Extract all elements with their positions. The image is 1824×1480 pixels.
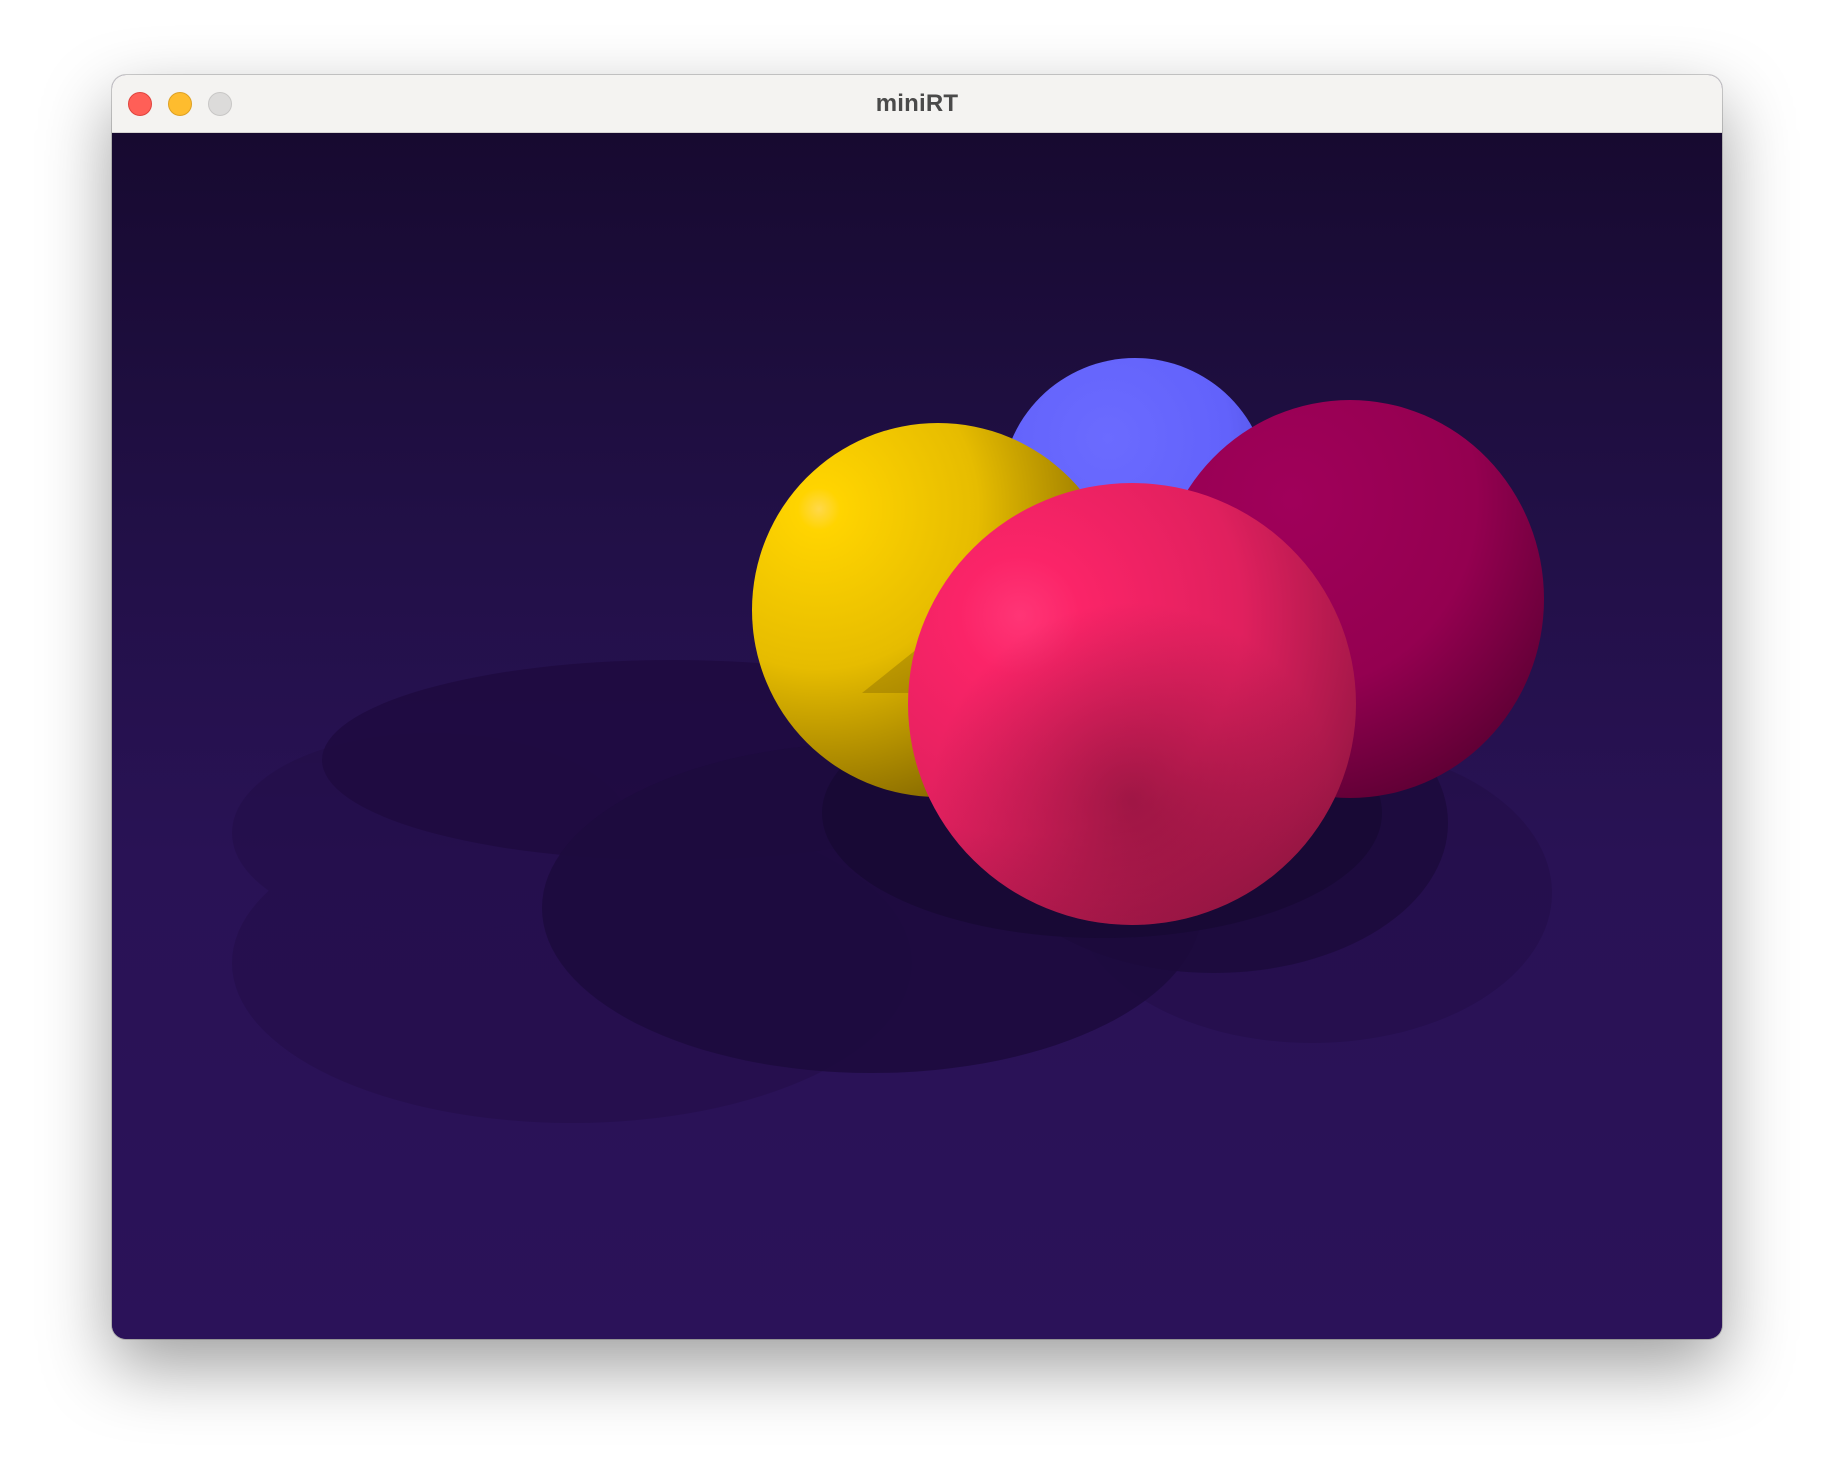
render-canvas (112, 133, 1722, 1339)
sphere-pink (908, 483, 1356, 925)
window-title: miniRT (875, 90, 959, 117)
app-window: miniRT (112, 75, 1722, 1339)
raytraced-scene (112, 133, 1722, 1339)
title-bar[interactable]: miniRT (112, 75, 1722, 133)
